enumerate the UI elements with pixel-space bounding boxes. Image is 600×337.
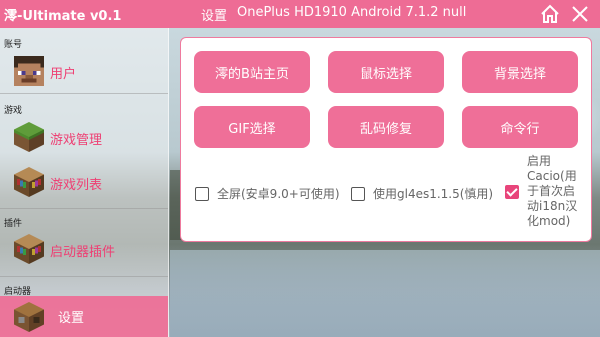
sidebar-item-label: 设置	[58, 311, 85, 326]
bookshelf-icon	[14, 234, 44, 264]
home-button[interactable]	[539, 3, 561, 25]
command-line-button[interactable]: 命令行	[462, 106, 578, 148]
cacio-label: 启用Cacio(用于首次启动i18n汉化mod)	[527, 154, 578, 228]
garbled-fix-button[interactable]: 乱码修复	[328, 106, 444, 148]
background-select-button[interactable]: 背景选择	[462, 51, 578, 93]
fullscreen-option[interactable]: 全屏(安卓9.0+可使用)	[195, 185, 340, 202]
section-label-account: 账号	[4, 40, 23, 50]
sidebar-item-label: 游戏列表	[50, 178, 103, 193]
mouse-select-button[interactable]: 鼠标选择	[328, 51, 444, 93]
home-icon	[541, 4, 559, 23]
sidebar-item-label: 启动器插件	[50, 245, 116, 260]
gif-select-button[interactable]: GIF选择	[194, 106, 310, 148]
settings-panel: 澪的B站主页 鼠标选择 背景选择 GIF选择 乱码修复 命令行 全屏(安卓9.0…	[180, 37, 592, 242]
steve-head-icon	[14, 56, 44, 86]
sidebar: 账号 用户 游戏 游戏管理 游戏列表 插件 启动器插件 启动器 设置	[0, 28, 169, 337]
gl4es-checkbox[interactable]	[351, 186, 365, 201]
fullscreen-label: 全屏(安卓9.0+可使用)	[217, 187, 340, 201]
divider	[0, 208, 168, 209]
grass-block-icon	[14, 122, 44, 152]
device-info: OnePlus HD1910 Android 7.1.2 null	[237, 5, 467, 20]
sidebar-item-game-manage[interactable]: 游戏管理	[0, 118, 168, 156]
section-label-game: 游戏	[4, 106, 23, 116]
cacio-checkbox[interactable]	[505, 184, 519, 199]
divider	[0, 93, 168, 94]
sidebar-item-game-list[interactable]: 游戏列表	[0, 163, 168, 201]
bookshelf-icon	[14, 167, 44, 197]
sidebar-item-launcher-plugin[interactable]: 启动器插件	[0, 230, 168, 268]
close-button[interactable]	[569, 3, 591, 25]
cacio-option[interactable]: 启用Cacio(用于首次启动i18n汉化mod)	[505, 154, 585, 229]
close-icon	[572, 6, 588, 22]
sidebar-item-label: 游戏管理	[50, 133, 103, 148]
background-water	[170, 250, 600, 337]
gl4es-option[interactable]: 使用gl4es1.1.5(慎用)	[351, 185, 493, 202]
fullscreen-checkbox[interactable]	[195, 186, 209, 201]
top-bar: 澪-Ultimate v0.1 设置 OnePlus HD1910 Androi…	[0, 0, 600, 28]
sidebar-item-settings[interactable]: 设置	[0, 296, 168, 337]
sidebar-item-user[interactable]: 用户	[0, 52, 168, 90]
gl4es-label: 使用gl4es1.1.5(慎用)	[373, 187, 494, 201]
crafting-table-icon	[14, 302, 44, 332]
screen-title: 设置	[201, 9, 228, 24]
sidebar-item-label: 用户	[50, 67, 77, 82]
bilibili-homepage-button[interactable]: 澪的B站主页	[194, 51, 310, 93]
divider	[0, 276, 168, 277]
app-title: 澪-Ultimate v0.1	[4, 9, 122, 24]
section-label-plugin: 插件	[4, 219, 23, 229]
